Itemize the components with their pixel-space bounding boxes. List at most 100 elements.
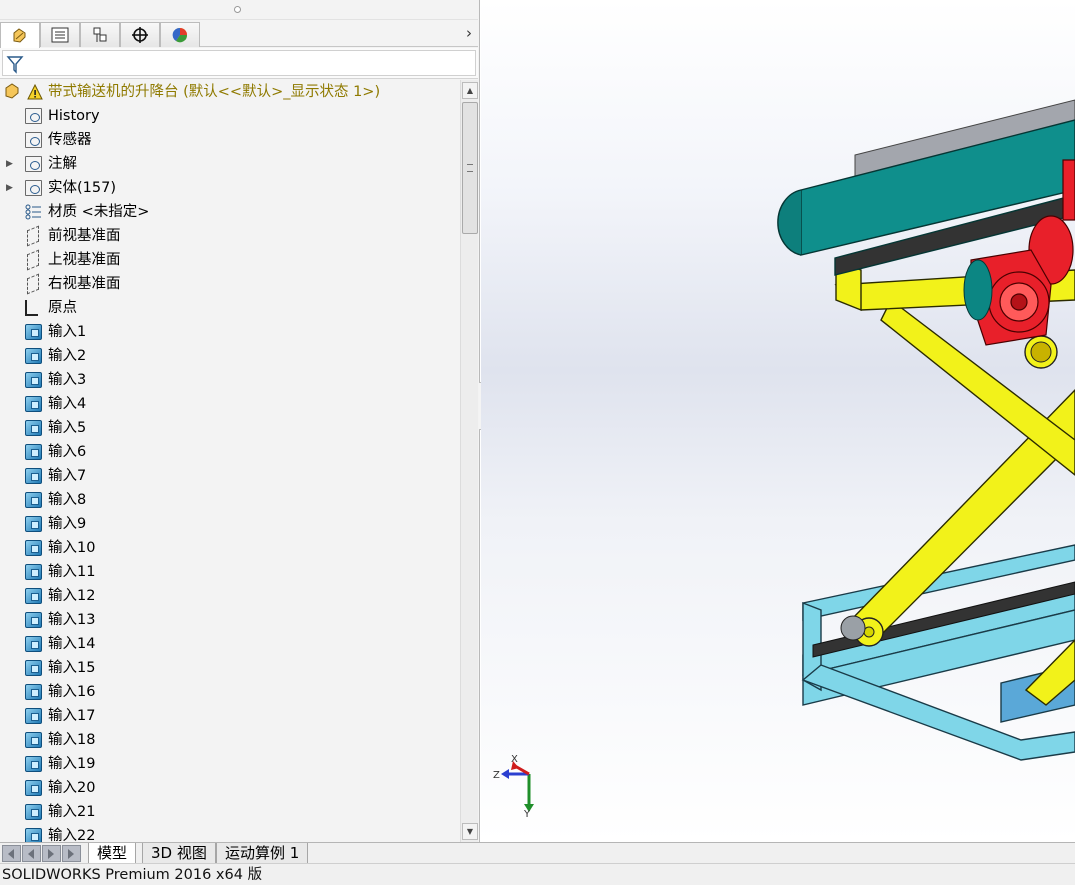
tree-item-label: 输入5 xyxy=(48,420,87,436)
triad-y-label: Y xyxy=(524,809,531,820)
imported-body-icon xyxy=(25,780,42,796)
tree-item[interactable]: 输入21 xyxy=(0,800,460,824)
tree-item[interactable]: 输入20 xyxy=(0,776,460,800)
tree-item-label: 输入2 xyxy=(48,348,87,364)
tab-motion-study[interactable]: 运动算例 1 xyxy=(216,843,309,864)
expand-arrow-icon[interactable]: ▶ xyxy=(6,176,13,200)
tree-item[interactable]: 前视基准面 xyxy=(0,224,460,248)
imported-body-icon xyxy=(25,828,42,842)
manager-tabbar: › xyxy=(0,21,478,48)
tab-model[interactable]: 模型 xyxy=(88,843,137,864)
scroll-thumb[interactable] xyxy=(462,102,478,234)
imported-body-icon xyxy=(25,540,42,556)
tree-item-label: History xyxy=(48,108,100,124)
tab-display-manager[interactable] xyxy=(160,22,200,47)
tab-3d-view[interactable]: 3D 视图 xyxy=(142,843,216,864)
feature-manager-icon xyxy=(13,27,26,43)
imported-body-icon xyxy=(25,468,42,484)
tree-item-label: 实体(157) xyxy=(48,180,116,196)
scroll-down-arrow-icon[interactable]: ▼ xyxy=(462,823,478,840)
tree-item-label: 上视基准面 xyxy=(48,252,121,268)
imported-body-icon xyxy=(25,732,42,748)
tab-configuration-manager[interactable] xyxy=(80,22,120,47)
tree-item-label: 右视基准面 xyxy=(48,276,121,292)
nav-first-icon[interactable] xyxy=(2,845,21,862)
tree-item[interactable]: 上视基准面 xyxy=(0,248,460,272)
tree-item[interactable]: 右视基准面 xyxy=(0,272,460,296)
tree-item-label: 输入16 xyxy=(48,684,96,700)
tree-item-label: 输入18 xyxy=(48,732,96,748)
tree-item-label: 输入6 xyxy=(48,444,87,460)
nav-next-icon[interactable] xyxy=(42,845,61,862)
tree-item[interactable]: 输入8 xyxy=(0,488,460,512)
imported-body-icon xyxy=(25,420,42,436)
graphics-viewport[interactable]: X Z Y xyxy=(481,0,1075,842)
material-icon xyxy=(25,204,42,220)
imported-body-icon xyxy=(25,708,42,724)
imported-body-icon xyxy=(25,660,42,676)
origin-icon xyxy=(25,300,38,316)
tree-item-label: 输入17 xyxy=(48,708,96,724)
tree-item-label: 输入4 xyxy=(48,396,87,412)
imported-body-icon xyxy=(25,612,42,628)
solid-bodies-folder-icon xyxy=(25,180,42,196)
filter-bar xyxy=(0,48,478,79)
filter-funnel-icon xyxy=(6,56,24,74)
tree-item[interactable]: 原点 xyxy=(0,296,460,320)
tree-item[interactable]: 输入22 xyxy=(0,824,460,842)
tree-item[interactable]: 输入18 xyxy=(0,728,460,752)
imported-body-icon xyxy=(25,516,42,532)
tree-item[interactable]: 输入16 xyxy=(0,680,460,704)
tree-items: History 传感器 ▶ 注解 ▶ 实体(157) 材质 <未指定> 前视基准面 上视基准面右… xyxy=(0,104,460,842)
tab-dimxpert-manager[interactable] xyxy=(120,22,160,47)
annotations-folder-icon xyxy=(25,156,42,172)
tree-scrollbar[interactable]: ▲ ▼ xyxy=(460,80,478,842)
nav-last-icon[interactable] xyxy=(62,845,81,862)
filter-input[interactable] xyxy=(2,50,476,76)
part-icon xyxy=(5,83,19,99)
tree-root-part[interactable]: 带式输送机的升降台 (默认<<默认>_显示状态 1>) xyxy=(0,80,460,104)
expand-arrow-icon[interactable]: ▶ xyxy=(6,152,13,176)
triad-z-label: Z xyxy=(493,770,500,781)
tree-item-label: 注解 xyxy=(48,156,77,172)
tab-property-manager[interactable] xyxy=(40,22,80,47)
triad-x-label: X xyxy=(511,754,518,765)
tree-item[interactable]: 输入4 xyxy=(0,392,460,416)
tree-item[interactable]: 输入13 xyxy=(0,608,460,632)
tab-overflow-chevron-icon[interactable]: › xyxy=(466,24,472,42)
tree-item[interactable]: 输入9 xyxy=(0,512,460,536)
tree-item[interactable]: 输入12 xyxy=(0,584,460,608)
feature-manager-panel: › 带式输送机的升降台 (默认<<默认>_显示状态 1>) History 传感器… xyxy=(0,0,480,842)
tree-item[interactable]: 输入3 xyxy=(0,368,460,392)
tree-item[interactable]: 输入11 xyxy=(0,560,460,584)
tree-item[interactable]: 输入10 xyxy=(0,536,460,560)
tree-item[interactable]: 输入17 xyxy=(0,704,460,728)
panel-grip[interactable] xyxy=(0,0,478,20)
tree-item[interactable]: 输入15 xyxy=(0,656,460,680)
tree-item[interactable]: ▶ 注解 xyxy=(0,152,460,176)
scroll-up-arrow-icon[interactable]: ▲ xyxy=(462,82,478,99)
grip-dot-icon xyxy=(234,6,241,13)
tree-item[interactable]: 传感器 xyxy=(0,128,460,152)
tree-item[interactable]: 材质 <未指定> xyxy=(0,200,460,224)
tree-item-label: 输入15 xyxy=(48,660,96,676)
tree-item[interactable]: 输入6 xyxy=(0,440,460,464)
nav-prev-icon[interactable] xyxy=(22,845,41,862)
tree-item[interactable]: History xyxy=(0,104,460,128)
tree-item-label: 输入3 xyxy=(48,372,87,388)
tree-item[interactable]: 输入5 xyxy=(0,416,460,440)
tree-item[interactable]: 输入19 xyxy=(0,752,460,776)
tree-item-label: 输入8 xyxy=(48,492,87,508)
tree-item[interactable]: 输入7 xyxy=(0,464,460,488)
imported-body-icon xyxy=(25,804,42,820)
tree-item[interactable]: ▶ 实体(157) xyxy=(0,176,460,200)
tree-item[interactable]: 输入1 xyxy=(0,320,460,344)
imported-body-icon xyxy=(25,348,42,364)
tree-item[interactable]: 输入2 xyxy=(0,344,460,368)
tab-feature-manager[interactable] xyxy=(0,22,40,48)
plane-icon xyxy=(27,273,39,295)
imported-body-icon xyxy=(25,324,42,340)
history-folder-icon xyxy=(25,108,42,124)
display-manager-icon xyxy=(172,27,188,43)
tree-item[interactable]: 输入14 xyxy=(0,632,460,656)
